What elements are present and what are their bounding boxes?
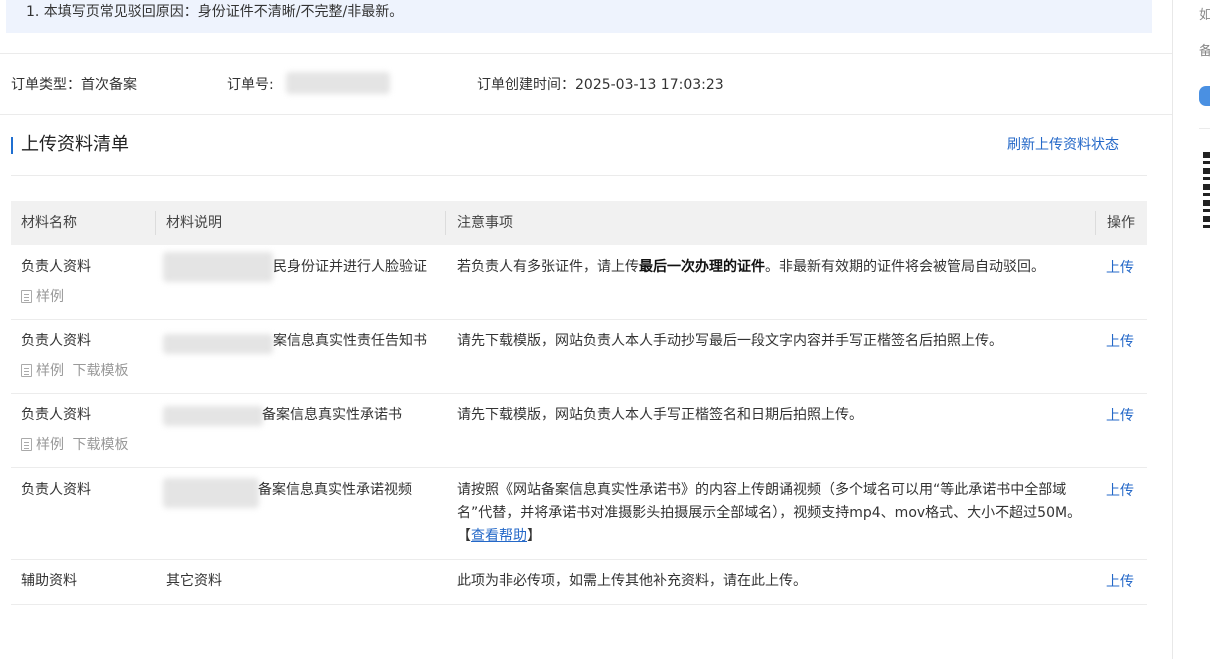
material-desc: 其它资料	[166, 573, 222, 589]
upload-button[interactable]: 上传	[1106, 407, 1134, 425]
material-note: 若负责人有多张证件，请上传最后一次办理的证件。非最新有效期的证件将会被管局自动驳…	[457, 259, 1045, 275]
divider	[1199, 128, 1210, 129]
download-template-link[interactable]: 下载模板	[72, 363, 128, 379]
sample-links: 样例 下载模板	[21, 436, 128, 454]
chat-icon[interactable]	[1199, 86, 1210, 106]
sample-links: 样例 下载模板	[21, 362, 128, 380]
document-icon	[21, 290, 32, 303]
redacted-text	[163, 478, 259, 508]
header-material-name: 材料名称	[21, 215, 77, 231]
material-name: 负责人资料	[21, 259, 91, 275]
order-number-label: 订单号:	[227, 77, 274, 93]
refresh-upload-status-link[interactable]: 刷新上传资料状态	[1007, 136, 1119, 154]
header-notes: 注意事项	[457, 215, 513, 231]
material-desc: 民身份证并进行人脸验证	[273, 259, 427, 275]
header-separator	[155, 211, 156, 235]
header-separator	[445, 211, 446, 235]
notice-text: 1. 本填写页常见驳回原因：身份证件不清晰/不完整/非最新。	[26, 4, 404, 20]
row-divider	[11, 559, 1147, 560]
material-name: 负责人资料	[21, 482, 91, 498]
row-divider	[11, 604, 1147, 605]
redacted-text	[163, 334, 273, 354]
row-divider	[11, 467, 1147, 468]
material-name: 辅助资料	[21, 573, 77, 589]
document-icon	[21, 364, 32, 377]
order-type: 订单类型：首次备案	[11, 77, 137, 93]
upload-button[interactable]: 上传	[1106, 482, 1134, 500]
section-title: 上传资料清单	[21, 134, 129, 155]
side-text: 备	[1199, 44, 1210, 59]
sample-link[interactable]: 样例	[36, 363, 64, 379]
redacted-order-number	[286, 72, 390, 94]
material-note: 请先下载模版，网站负责人本人手动抄写最后一段文字内容并手写正楷签名后拍照上传。	[457, 333, 1003, 349]
view-help-link[interactable]: 查看帮助	[471, 528, 527, 544]
upload-button[interactable]: 上传	[1106, 333, 1134, 351]
material-desc: 备案信息真实性承诺书	[262, 407, 402, 423]
side-text: 如	[1199, 8, 1210, 23]
reject-reason-notice: 1. 本填写页常见驳回原因：身份证件不清晰/不完整/非最新。	[6, 0, 1152, 33]
divider	[0, 53, 1172, 54]
right-side-panel: 如 备	[1172, 0, 1210, 659]
section-marker	[11, 137, 13, 154]
redacted-text	[163, 252, 273, 282]
row-divider	[11, 393, 1147, 394]
material-name: 负责人资料	[21, 333, 91, 349]
sample-link[interactable]: 样例	[36, 437, 64, 453]
upload-button[interactable]: 上传	[1106, 259, 1134, 277]
material-note: 此项为非必传项，如需上传其他补充资料，请在此上传。	[457, 573, 807, 589]
material-name: 负责人资料	[21, 407, 91, 423]
material-note: 请按照《网站备案信息真实性承诺书》的内容上传朗诵视频（多个域名可以用“等此承诺书…	[457, 482, 1082, 544]
material-desc: 案信息真实性责任告知书	[273, 333, 427, 349]
header-separator	[1095, 211, 1096, 235]
sample-link[interactable]: 样例	[21, 288, 64, 306]
divider	[0, 114, 1172, 115]
upload-button[interactable]: 上传	[1106, 573, 1134, 591]
divider	[11, 175, 1147, 176]
redacted-text	[163, 406, 263, 426]
header-action: 操作	[1107, 215, 1135, 231]
qr-code-icon	[1203, 152, 1210, 230]
row-divider	[11, 319, 1147, 320]
note-emphasis: 最后一次办理的证件	[639, 259, 765, 275]
download-template-link[interactable]: 下载模板	[72, 437, 128, 453]
material-note: 请先下载模版，网站负责人本人手写正楷签名和日期后拍照上传。	[457, 407, 863, 423]
table-header: 材料名称 材料说明 注意事项 操作	[11, 201, 1147, 245]
material-desc: 备案信息真实性承诺视频	[258, 482, 412, 498]
header-material-desc: 材料说明	[166, 215, 222, 231]
order-created-time: 订单创建时间：2025-03-13 17:03:23	[477, 77, 724, 93]
document-icon	[21, 438, 32, 451]
